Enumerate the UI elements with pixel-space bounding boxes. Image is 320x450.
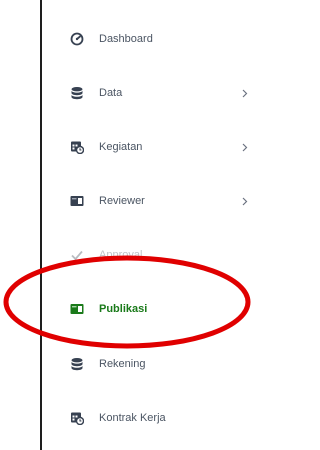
dashboard-icon: [70, 32, 84, 46]
check-icon: [70, 248, 84, 262]
sidebar-item-reviewer[interactable]: Reviewer: [70, 189, 258, 213]
sidebar-item-label: Approval: [99, 249, 143, 261]
sidebar-item-data[interactable]: Data: [70, 81, 258, 105]
sidebar-item-label: Dashboard: [99, 33, 153, 45]
calendar-clock-icon: [70, 140, 84, 154]
sidebar-item-rekening[interactable]: Rekening: [70, 352, 258, 376]
calendar-clock-icon: [70, 411, 84, 425]
sidebar-menu: Dashboard Data Kegiatan Reviewer Approva…: [40, 0, 258, 450]
reviewer-icon: [70, 194, 84, 208]
sidebar-item-kegiatan[interactable]: Kegiatan: [70, 135, 258, 159]
chevron-right-icon: [240, 142, 250, 152]
chevron-right-icon: [240, 88, 250, 98]
sidebar-item-approval[interactable]: Approval: [70, 243, 258, 267]
sidebar-item-label: Reviewer: [99, 195, 145, 207]
sidebar-item-kontrak-kerja[interactable]: Kontrak Kerja: [70, 406, 258, 430]
publication-icon: [70, 302, 84, 316]
sidebar-item-label: Rekening: [99, 358, 146, 370]
sidebar-item-label: Data: [99, 87, 123, 99]
sidebar-item-label: Kegiatan: [99, 141, 143, 153]
database-icon: [70, 86, 84, 100]
chevron-right-icon: [240, 196, 250, 206]
database-icon: [70, 357, 84, 371]
sidebar-item-publikasi[interactable]: Publikasi: [70, 297, 258, 321]
page: Dashboard Data Kegiatan Reviewer Approva…: [0, 0, 258, 450]
sidebar-item-label: Publikasi: [99, 303, 148, 315]
sidebar-item-label: Kontrak Kerja: [99, 412, 166, 424]
sidebar-item-dashboard[interactable]: Dashboard: [70, 27, 258, 51]
